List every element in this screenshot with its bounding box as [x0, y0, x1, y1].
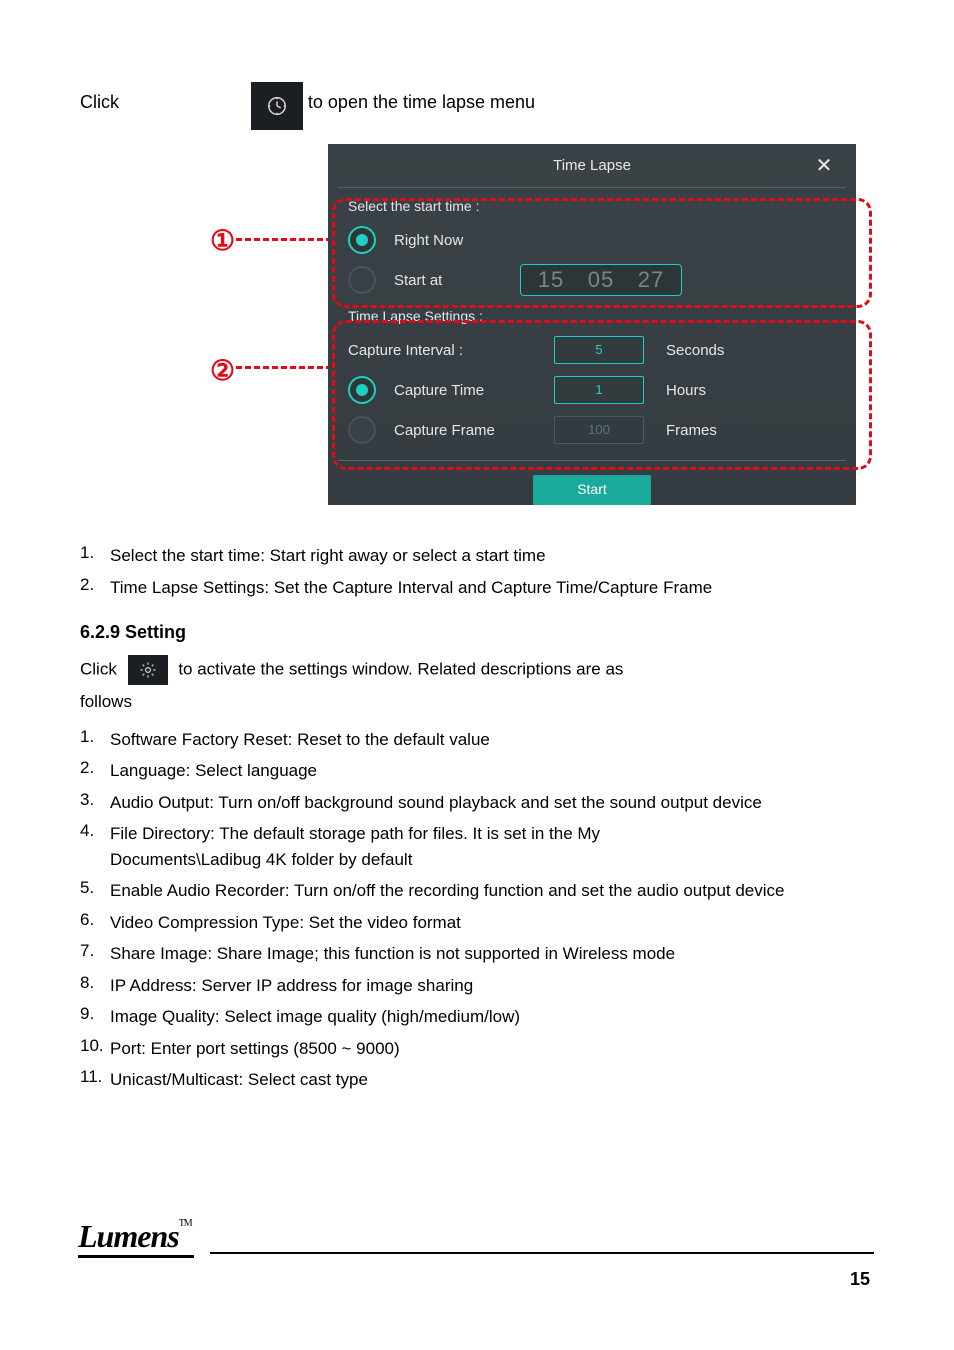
capture-interval-unit: Seconds — [666, 342, 746, 359]
instruction-click: Click — [80, 92, 119, 112]
list-number: 10. — [80, 1036, 110, 1062]
time-mm: 05 — [579, 267, 623, 293]
dialog-header: Time Lapse ✕ — [338, 144, 846, 188]
list-item: 11.Unicast/Multicast: Select cast type — [80, 1067, 874, 1093]
list-item: 9.Image Quality: Select image quality (h… — [80, 1004, 874, 1030]
start-at-label: Start at — [394, 272, 514, 289]
trademark: TM — [179, 1218, 192, 1229]
section-heading: 6.2.9 Setting — [80, 622, 874, 643]
list-number: 8. — [80, 973, 110, 999]
radio-capture-frame[interactable] — [348, 416, 376, 444]
list-number: 7. — [80, 941, 110, 967]
footer-rule — [210, 1252, 874, 1254]
list-text: Enable Audio Recorder: Turn on/off the r… — [110, 878, 874, 904]
brand-logo: LumensTM — [78, 1218, 194, 1258]
list-item: 1. Select the start time: Start right aw… — [80, 543, 874, 569]
start-time-label: Select the start time : — [348, 198, 836, 214]
clock-icon-button[interactable] — [251, 82, 303, 130]
right-now-label: Right Now — [394, 232, 514, 249]
list-text: Select the start time: Start right away … — [110, 543, 874, 569]
list-item: 7.Share Image: Share Image; this functio… — [80, 941, 874, 967]
list-text: Software Factory Reset: Reset to the def… — [110, 727, 874, 753]
click-word: Click — [80, 659, 117, 678]
callout-two-line — [236, 366, 332, 369]
list-text: Video Compression Type: Set the video fo… — [110, 910, 874, 936]
time-hh: 15 — [529, 267, 573, 293]
capture-frame-unit: Frames — [666, 422, 746, 439]
list-text: File Directory: The default storage path… — [110, 821, 874, 872]
list-item: 3.Audio Output: Turn on/off background s… — [80, 790, 874, 816]
callout-one-line — [236, 238, 332, 241]
list-number: 11. — [80, 1067, 110, 1093]
gear-icon-button[interactable] — [128, 655, 168, 685]
capture-interval-label: Capture Interval : — [348, 342, 554, 359]
callout-two: ② — [210, 354, 235, 387]
gear-icon — [139, 661, 157, 679]
dialog-divider — [338, 460, 846, 461]
list-item: 2.Language: Select language — [80, 758, 874, 784]
capture-interval-input[interactable]: 5 — [554, 336, 644, 364]
list-number: 4. — [80, 821, 110, 872]
radio-capture-time[interactable] — [348, 376, 376, 404]
radio-right-now[interactable] — [348, 226, 376, 254]
dialog-wrapper: ① ② Time Lapse ✕ Select the start time :… — [230, 144, 856, 505]
clock-icon — [266, 95, 288, 117]
list-number: 6. — [80, 910, 110, 936]
list-text: Time Lapse Settings: Set the Capture Int… — [110, 575, 874, 601]
page-number: 15 — [850, 1269, 870, 1290]
list-item: 8.IP Address: Server IP address for imag… — [80, 973, 874, 999]
list-text: Share Image: Share Image; this function … — [110, 941, 874, 967]
start-button[interactable]: Start — [533, 475, 651, 505]
capture-time-input[interactable]: 1 — [554, 376, 644, 404]
list-number: 5. — [80, 878, 110, 904]
intro-rest: to activate the settings window. Related… — [178, 659, 623, 678]
list-item: 4.File Directory: The default storage pa… — [80, 821, 874, 872]
list-item: 5.Enable Audio Recorder: Turn on/off the… — [80, 878, 874, 904]
settings-section: Time Lapse Settings : Capture Interval :… — [328, 304, 856, 454]
time-ss: 27 — [629, 267, 673, 293]
list-number: 3. — [80, 790, 110, 816]
dialog-title: Time Lapse — [553, 157, 631, 174]
settings-label: Time Lapse Settings : — [348, 308, 836, 324]
list-item: 6.Video Compression Type: Set the video … — [80, 910, 874, 936]
capture-time-label: Capture Time — [394, 382, 554, 399]
list-item: 2. Time Lapse Settings: Set the Capture … — [80, 575, 874, 601]
capture-time-unit: Hours — [666, 382, 746, 399]
list-text: IP Address: Server IP address for image … — [110, 973, 874, 999]
close-icon[interactable]: ✕ — [802, 144, 846, 188]
list-number: 2. — [80, 575, 110, 601]
intro-follows: follows — [80, 689, 874, 715]
start-time-section: Select the start time : Right Now Start … — [328, 188, 856, 304]
list-item: 1.Software Factory Reset: Reset to the d… — [80, 727, 874, 753]
list-text: Audio Output: Turn on/off background sou… — [110, 790, 874, 816]
time-lapse-dialog: Time Lapse ✕ Select the start time : Rig… — [328, 144, 856, 505]
list-number: 1. — [80, 543, 110, 569]
list-text: Language: Select language — [110, 758, 874, 784]
start-time-input[interactable]: 15 05 27 — [520, 264, 682, 296]
list-text: Port: Enter port settings (8500 ~ 9000) — [110, 1036, 874, 1062]
capture-frame-input[interactable]: 100 — [554, 416, 644, 444]
list-item: 10.Port: Enter port settings (8500 ~ 900… — [80, 1036, 874, 1062]
list-text: Unicast/Multicast: Select cast type — [110, 1067, 874, 1093]
list-number: 2. — [80, 758, 110, 784]
list-text: Image Quality: Select image quality (hig… — [110, 1004, 874, 1030]
radio-start-at[interactable] — [348, 266, 376, 294]
instruction-after: to open the time lapse menu — [308, 92, 535, 112]
list-number: 1. — [80, 727, 110, 753]
setting-intro: Click to activate the settings window. R… — [80, 655, 874, 685]
callout-one: ① — [210, 224, 235, 257]
capture-frame-label: Capture Frame — [394, 422, 554, 439]
list-number: 9. — [80, 1004, 110, 1030]
